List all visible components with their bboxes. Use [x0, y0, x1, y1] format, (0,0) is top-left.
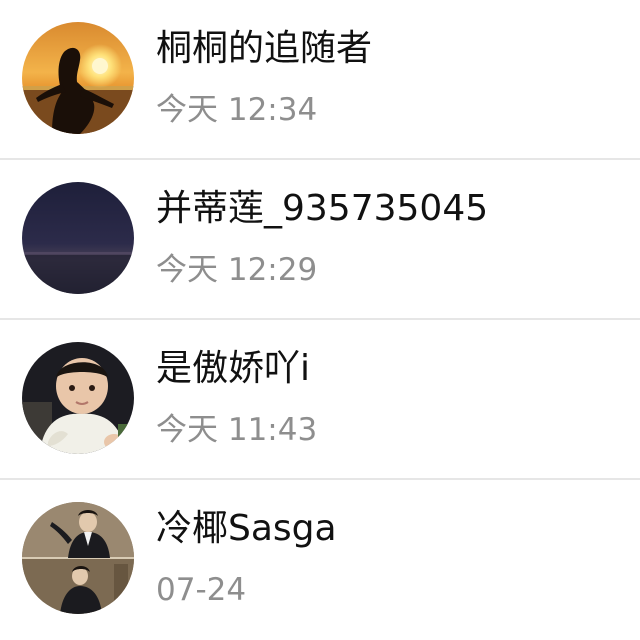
follower-name[interactable]: 是傲娇吖i [156, 344, 310, 394]
dark-dusk-sky-image [22, 182, 134, 294]
avatar[interactable] [22, 502, 134, 614]
list-item[interactable]: 是傲娇吖i 今天 11:43 [0, 320, 640, 480]
follower-name[interactable]: 桐桐的追随者 [156, 24, 372, 74]
follower-list: 桐桐的追随者 今天 12:34 并蒂莲_935735045 今天 12:29 是… [0, 0, 640, 640]
avatar[interactable] [22, 342, 134, 454]
avatar[interactable] [22, 22, 134, 134]
list-item[interactable]: 桐桐的追随者 今天 12:34 [0, 0, 640, 160]
sunset-silhouette-image [22, 22, 134, 134]
avatar[interactable] [22, 182, 134, 294]
follow-time: 今天 12:29 [156, 252, 318, 288]
baby-photo-image [22, 342, 134, 454]
list-item[interactable]: 并蒂莲_935735045 今天 12:29 [0, 160, 640, 320]
follow-time: 今天 11:43 [156, 412, 318, 448]
man-in-suit-collage-image [22, 502, 134, 614]
follow-time: 07-24 [156, 572, 247, 608]
list-item[interactable]: 冷椰Sasga 07-24 [0, 480, 640, 640]
follower-name[interactable]: 并蒂莲_935735045 [156, 184, 488, 234]
follow-time: 今天 12:34 [156, 92, 318, 128]
follower-name[interactable]: 冷椰Sasga [156, 504, 337, 554]
